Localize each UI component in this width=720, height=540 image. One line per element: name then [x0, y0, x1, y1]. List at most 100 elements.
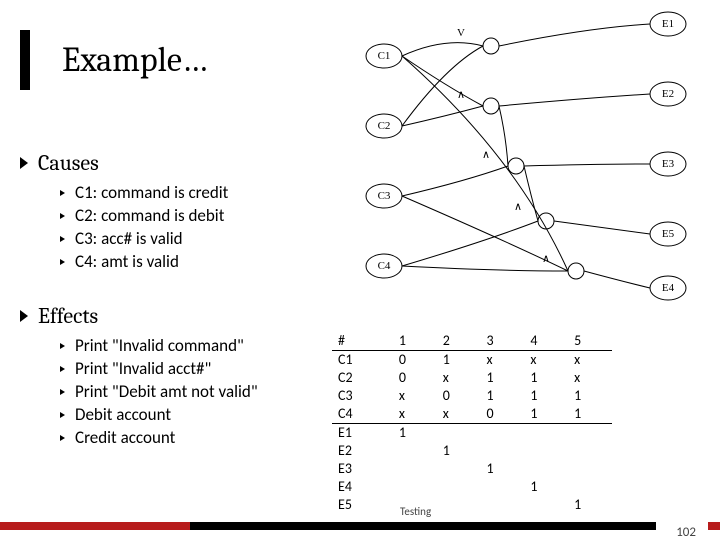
list-item: Print "Debit amt not valid" — [60, 381, 320, 402]
svg-text:∧: ∧ — [482, 149, 490, 161]
cause-effect-diagram: C1 C2 C3 C4 E1 E2 E3 E4 E5 V ∧ ∧ ∧ ∧ — [346, 6, 706, 306]
table-cell — [568, 442, 612, 460]
table-row: C4xx011 — [332, 405, 612, 424]
causes-header: Causes — [20, 150, 320, 176]
table-cell — [481, 496, 525, 514]
table-cell — [568, 424, 612, 443]
table-cell: 1 — [568, 496, 612, 514]
causes-section: Causes C1: command is credit C2: command… — [20, 150, 320, 274]
list-item-text: Print "Invalid acct#" — [75, 358, 211, 379]
bullet-icon — [60, 259, 65, 265]
effects-header: Effects — [20, 303, 320, 329]
list-item-text: C1: command is credit — [75, 182, 228, 203]
bullet-icon — [60, 213, 65, 219]
table-row: C20x11x — [332, 369, 612, 387]
table-cell: E4 — [332, 478, 393, 496]
svg-text:E5: E5 — [662, 228, 675, 240]
table-cell: x — [524, 351, 568, 370]
table-row: E11 — [332, 424, 612, 443]
table-cell — [568, 460, 612, 478]
page-number: 102 — [676, 525, 696, 540]
table-cell: C4 — [332, 405, 393, 424]
svg-text:V: V — [457, 27, 465, 39]
table-cell: 1 — [524, 405, 568, 424]
table-header-row: # 1 2 3 4 5 — [332, 332, 612, 351]
table-cell: x — [393, 405, 437, 424]
table-cell: x — [393, 387, 437, 405]
list-item-text: Credit account — [75, 427, 175, 448]
bullet-icon — [60, 343, 65, 349]
svg-text:E1: E1 — [662, 18, 674, 30]
table-header: 5 — [568, 332, 612, 351]
table-cell: C1 — [332, 351, 393, 370]
list-item: Debit account — [60, 404, 320, 425]
footer-red-bar-left — [0, 522, 190, 530]
table-cell — [437, 424, 481, 443]
table-cell: C2 — [332, 369, 393, 387]
table-header: # — [332, 332, 393, 351]
list-item-text: C2: command is debit — [75, 205, 224, 226]
table-cell — [437, 496, 481, 514]
table-cell — [481, 442, 525, 460]
table-header: 4 — [524, 332, 568, 351]
bullet-icon — [60, 366, 65, 372]
list-item-text: C3: acc# is valid — [75, 228, 183, 249]
table-cell: x — [437, 369, 481, 387]
table-cell — [481, 478, 525, 496]
table-cell: E2 — [332, 442, 393, 460]
bullet-icon — [60, 435, 65, 441]
table-cell: E3 — [332, 460, 393, 478]
title-accent-bar — [20, 30, 30, 90]
table-cell: 1 — [568, 405, 612, 424]
table-cell — [524, 442, 568, 460]
table-header: 2 — [437, 332, 481, 351]
table-cell: 1 — [393, 424, 437, 443]
table-cell — [568, 478, 612, 496]
bullet-icon — [60, 412, 65, 418]
table-cell: 1 — [481, 460, 525, 478]
bullet-icon — [60, 190, 65, 196]
svg-text:∧: ∧ — [457, 89, 465, 101]
table-row: E2 1 — [332, 442, 612, 460]
footer-black-bar — [190, 522, 656, 530]
list-item-text: Debit account — [75, 404, 171, 425]
table-cell: x — [568, 369, 612, 387]
slide-title: Example… — [62, 40, 207, 80]
list-item-text: C4: amt is valid — [75, 251, 179, 272]
table-cell: 0 — [437, 387, 481, 405]
diagram-svg: C1 C2 C3 C4 E1 E2 E3 E4 E5 V ∧ ∧ ∧ ∧ — [346, 6, 706, 306]
table-cell — [393, 442, 437, 460]
effects-section: Effects Print "Invalid command" Print "I… — [20, 303, 320, 450]
table-cell: 1 — [437, 442, 481, 460]
table: # 1 2 3 4 5 C101xxxC20x11xC3x0111C4xx011… — [332, 332, 612, 514]
effects-header-text: Effects — [38, 303, 98, 329]
decision-table: # 1 2 3 4 5 C101xxxC20x11xC3x0111C4xx011… — [332, 332, 612, 514]
table-cell: 1 — [568, 387, 612, 405]
list-item: Print "Invalid acct#" — [60, 358, 320, 379]
table-cell: 1 — [524, 387, 568, 405]
bullet-icon — [60, 236, 65, 242]
table-row: E41 — [332, 478, 612, 496]
arrow-icon — [20, 310, 28, 322]
list-item: C1: command is credit — [60, 182, 320, 203]
svg-text:∧: ∧ — [514, 201, 522, 213]
table-cell — [481, 424, 525, 443]
footer-label: Testing — [400, 505, 431, 518]
table-body: C101xxxC20x11xC3x0111C4xx011E11E21E31E41… — [332, 351, 612, 515]
table-cell: x — [568, 351, 612, 370]
table-cell — [393, 460, 437, 478]
table-cell — [524, 424, 568, 443]
svg-text:E4: E4 — [662, 282, 675, 294]
slide: Example… Causes C1: command is credit C2… — [0, 0, 720, 540]
causes-list: C1: command is credit C2: command is deb… — [20, 182, 320, 272]
list-item: C4: amt is valid — [60, 251, 320, 272]
arrow-icon — [20, 157, 28, 169]
list-item: C2: command is debit — [60, 205, 320, 226]
table-cell — [393, 478, 437, 496]
table-row: E51 — [332, 496, 612, 514]
table-cell — [437, 478, 481, 496]
effects-list: Print "Invalid command" Print "Invalid a… — [20, 335, 320, 448]
svg-text:C3: C3 — [378, 190, 391, 202]
list-item: C3: acc# is valid — [60, 228, 320, 249]
svg-text:E2: E2 — [662, 88, 674, 100]
